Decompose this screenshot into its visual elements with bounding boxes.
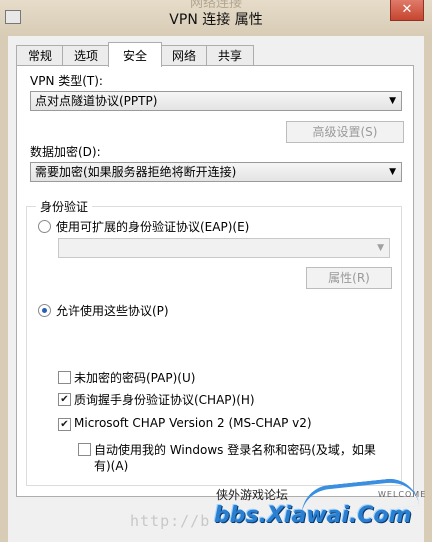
eap-properties-button[interactable]: 属性(R) — [306, 267, 392, 289]
mschapv2-label: Microsoft CHAP Version 2 (MS-CHAP v2) — [74, 416, 312, 430]
tab-security[interactable]: 安全 — [108, 42, 162, 67]
mschapv2-checkbox[interactable]: ✔ — [58, 418, 71, 431]
chevron-down-icon: ▼ — [389, 167, 396, 177]
vpn-type-label: VPN 类型(T): — [30, 74, 103, 88]
pap-label: 未加密的密码(PAP)(U) — [74, 371, 196, 385]
eap-radio[interactable] — [38, 220, 51, 233]
chevron-down-icon: ▼ — [377, 243, 384, 253]
pap-checkbox[interactable] — [58, 371, 71, 384]
window-title: VPN 连接 属性 — [169, 12, 263, 28]
advanced-settings-button[interactable]: 高级设置(S) — [286, 121, 404, 143]
title-bar: 网络连接 VPN 连接 属性 ✕ — [0, 0, 432, 36]
tab-options[interactable]: 选项 — [62, 45, 110, 66]
auto-logon-checkbox[interactable] — [78, 443, 91, 456]
window-border-right — [424, 36, 432, 542]
window-border-left — [0, 36, 8, 542]
auto-logon-label-line1: 自动使用我的 Windows 登录名称和密码(及域，如果 — [94, 443, 376, 457]
encryption-dropdown[interactable]: 需要加密(如果服务器拒绝将断开连接) ▼ — [30, 162, 402, 182]
authentication-group-title: 身份验证 — [36, 198, 93, 215]
encryption-value: 需要加密(如果服务器拒绝将断开连接) — [35, 165, 237, 179]
chap-label: 质询握手身份验证协议(CHAP)(H) — [74, 393, 255, 407]
watermark-forum-name: 侠外游戏论坛 — [216, 488, 289, 502]
tab-general[interactable]: 常规 — [16, 45, 64, 66]
tab-sharing[interactable]: 共享 — [206, 45, 254, 66]
watermark-logo: bbs.Xiawai.Com — [214, 503, 412, 528]
eap-radio-label: 使用可扩展的身份验证协议(EAP)(E) — [56, 220, 250, 234]
eap-method-dropdown[interactable]: ▼ — [58, 238, 390, 258]
vpn-type-value: 点对点隧道协议(PPTP) — [35, 94, 158, 108]
auto-logon-label-line2: 有)(A) — [94, 459, 129, 473]
chevron-down-icon: ▼ — [389, 96, 396, 106]
close-button[interactable]: ✕ — [390, 0, 424, 21]
encryption-label: 数据加密(D): — [30, 145, 101, 159]
chap-checkbox[interactable]: ✔ — [58, 393, 71, 406]
allow-protocols-label: 允许使用这些协议(P) — [56, 304, 169, 318]
vpn-type-dropdown[interactable]: 点对点隧道协议(PPTP) ▼ — [30, 91, 402, 111]
tab-networking[interactable]: 网络 — [160, 45, 208, 66]
allow-protocols-radio[interactable] — [38, 304, 51, 317]
watermark-url: http://b — [130, 512, 211, 530]
radio-selected-dot — [42, 308, 47, 313]
